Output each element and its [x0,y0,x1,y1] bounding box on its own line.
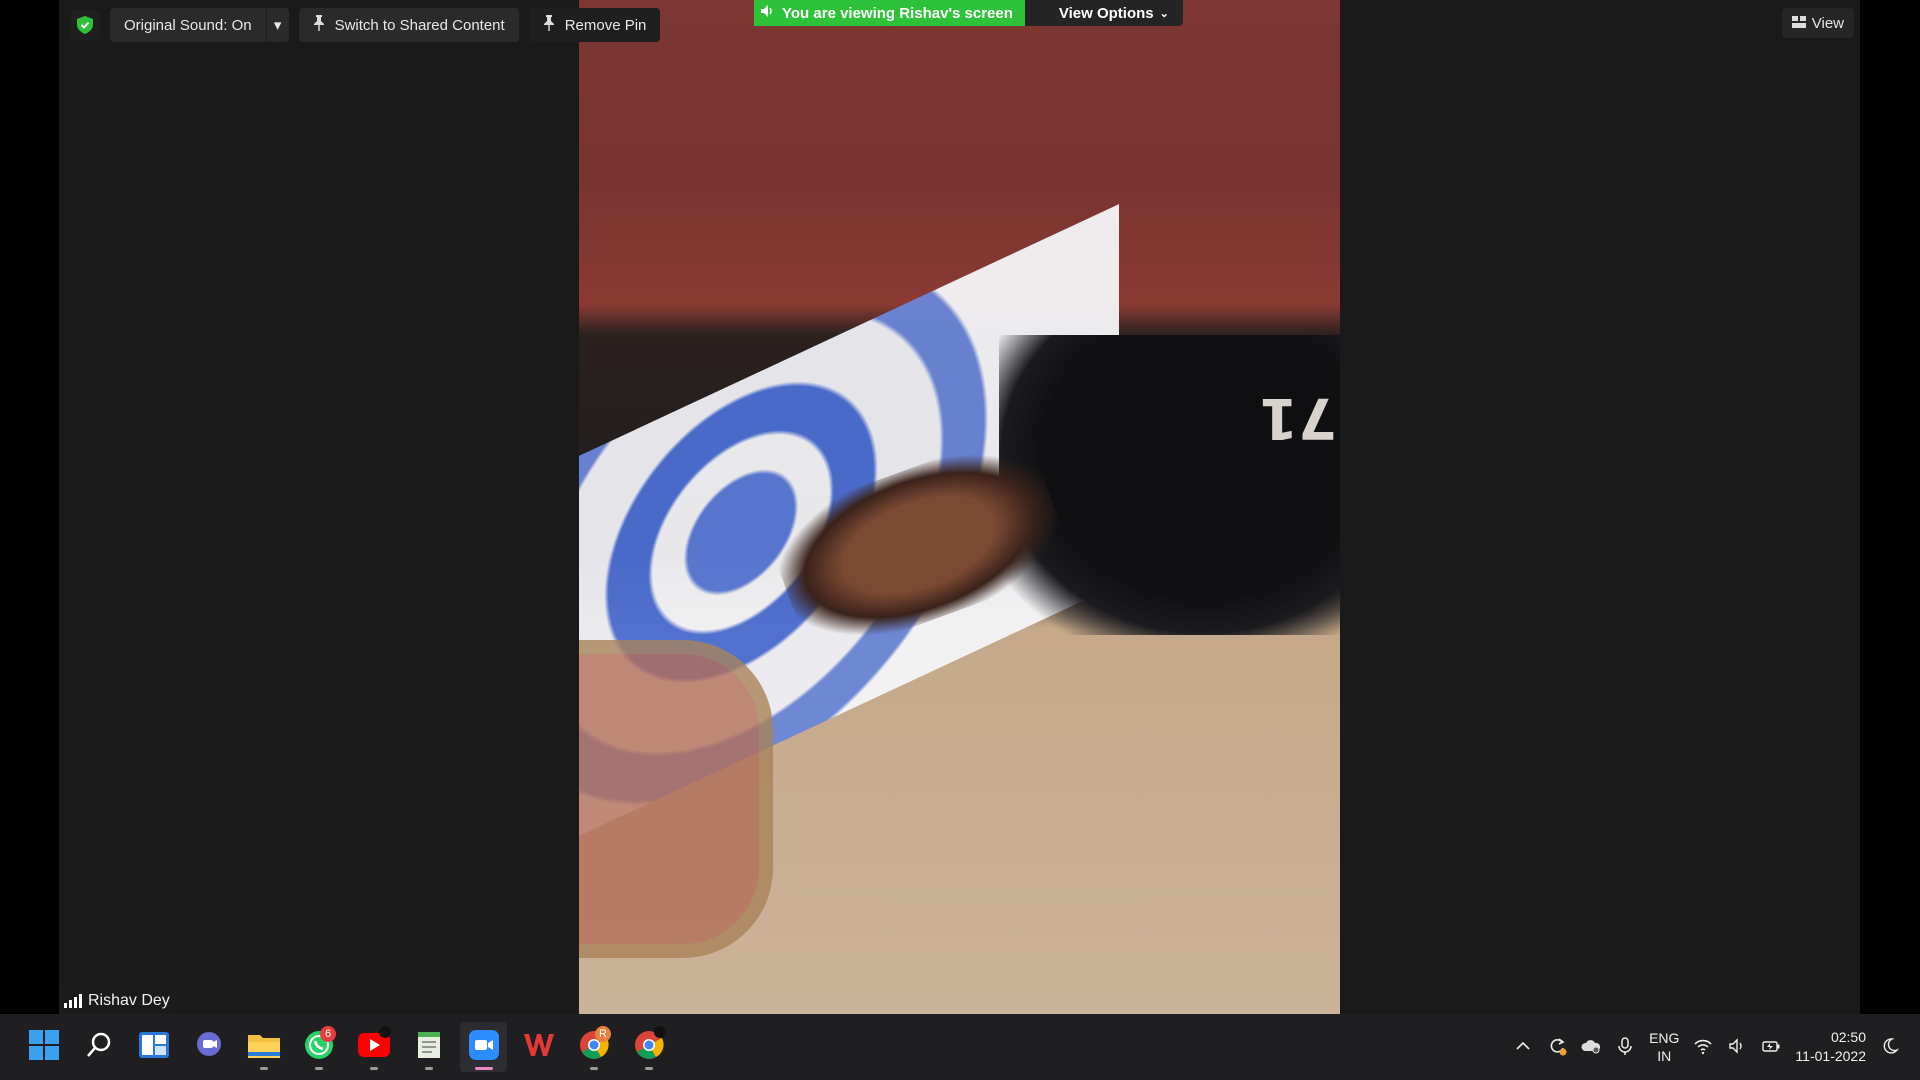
onedrive-icon[interactable] [1581,1036,1601,1059]
clock[interactable]: 02:50 11-01-2022 [1795,1028,1866,1066]
original-sound-button[interactable]: Original Sound: On [110,8,266,42]
original-sound-group: Original Sound: On ▾ [110,8,289,42]
remove-pin-label: Remove Pin [564,16,647,34]
taskbar-search-button[interactable] [75,1022,122,1072]
teams-chat-button[interactable] [185,1022,232,1072]
running-indicator [314,1067,323,1070]
notepad-icon [416,1030,442,1065]
speaker-icon [760,4,774,22]
chevron-up-icon[interactable] [1513,1036,1533,1059]
notification-dot [654,1026,666,1038]
widgets-icon [138,1031,169,1063]
video-shirt [999,335,1340,635]
running-indicator [259,1067,268,1070]
notification-dot [379,1026,391,1038]
pin-icon [543,15,555,35]
start-button[interactable] [20,1022,67,1072]
notepad-button[interactable] [405,1022,452,1072]
view-options-button[interactable]: View Options ⌄ [1024,0,1183,26]
switch-shared-content-label: Switch to Shared Content [334,16,505,34]
folder-icon [247,1032,280,1063]
screen-share-banner: You are viewing Rishav's screen View Opt… [754,0,1183,26]
view-layout-button[interactable]: View [1781,8,1854,38]
profile-badge: R [595,1026,611,1042]
whatsapp-badge: 6 [320,1026,336,1042]
file-explorer-button[interactable] [240,1022,287,1072]
widgets-button[interactable] [130,1022,177,1072]
wps-office-icon [523,1032,554,1063]
viewing-screen-indicator: You are viewing Rishav's screen [754,0,1025,26]
original-sound-label: Original Sound: On [124,16,252,34]
chat-icon [195,1031,223,1064]
battery-icon[interactable] [1761,1036,1781,1059]
video-chair [579,640,773,958]
caret-down-icon: ▾ [273,17,282,34]
zoom-button[interactable] [460,1022,507,1072]
chrome-button[interactable] [625,1022,672,1072]
participant-name-tag: Rishav Dey [60,988,178,1014]
zoom-icon [468,1029,499,1065]
windows-logo-icon [28,1029,59,1065]
language-indicator[interactable]: ENG IN [1649,1029,1679,1065]
windows-taskbar: 6 R ENG IN 02:50 11-01-2022 [0,1014,1920,1080]
microphone-icon[interactable] [1615,1036,1635,1059]
clock-time: 02:50 [1830,1029,1866,1045]
youtube-button[interactable] [350,1022,397,1072]
encryption-shield-icon[interactable] [70,10,100,40]
language-code: ENG [1649,1030,1680,1046]
remove-pin-button[interactable]: Remove Pin [528,8,661,42]
pin-icon [313,15,325,35]
grid-view-icon [1791,15,1806,32]
clock-date: 11-01-2022 [1795,1048,1866,1064]
search-icon [85,1031,113,1064]
wps-office-button[interactable] [515,1022,562,1072]
switch-shared-content-button[interactable]: Switch to Shared Content [298,8,519,42]
active-indicator [474,1067,493,1070]
participant-video[interactable]: 71 [579,0,1340,1014]
running-indicator [644,1067,653,1070]
whatsapp-button[interactable]: 6 [295,1022,342,1072]
signal-strength-icon [64,994,82,1008]
wifi-icon[interactable] [1693,1036,1713,1059]
system-tray: ENG IN 02:50 11-01-2022 [1513,1014,1920,1080]
viewing-screen-text: You are viewing Rishav's screen [782,4,1013,22]
original-sound-dropdown[interactable]: ▾ [265,8,289,42]
region-code: IN [1657,1048,1672,1064]
volume-icon[interactable] [1727,1036,1747,1059]
chevron-down-icon: ⌄ [1159,7,1169,20]
meeting-top-toolbar: Original Sound: On ▾ Switch to Shared Co… [70,8,661,42]
sync-icon[interactable] [1547,1036,1567,1059]
view-options-label: View Options [1058,4,1154,22]
running-indicator [424,1067,433,1070]
participant-name: Rishav Dey [88,992,170,1009]
taskbar-apps: 6 R [20,1022,672,1072]
running-indicator [369,1067,378,1070]
chrome-profile-button[interactable]: R [570,1022,617,1072]
view-layout-label: View [1811,14,1844,32]
video-shirt-number: 71 [1259,385,1337,450]
running-indicator [589,1067,598,1070]
focus-assist-moon-icon[interactable] [1880,1036,1900,1059]
